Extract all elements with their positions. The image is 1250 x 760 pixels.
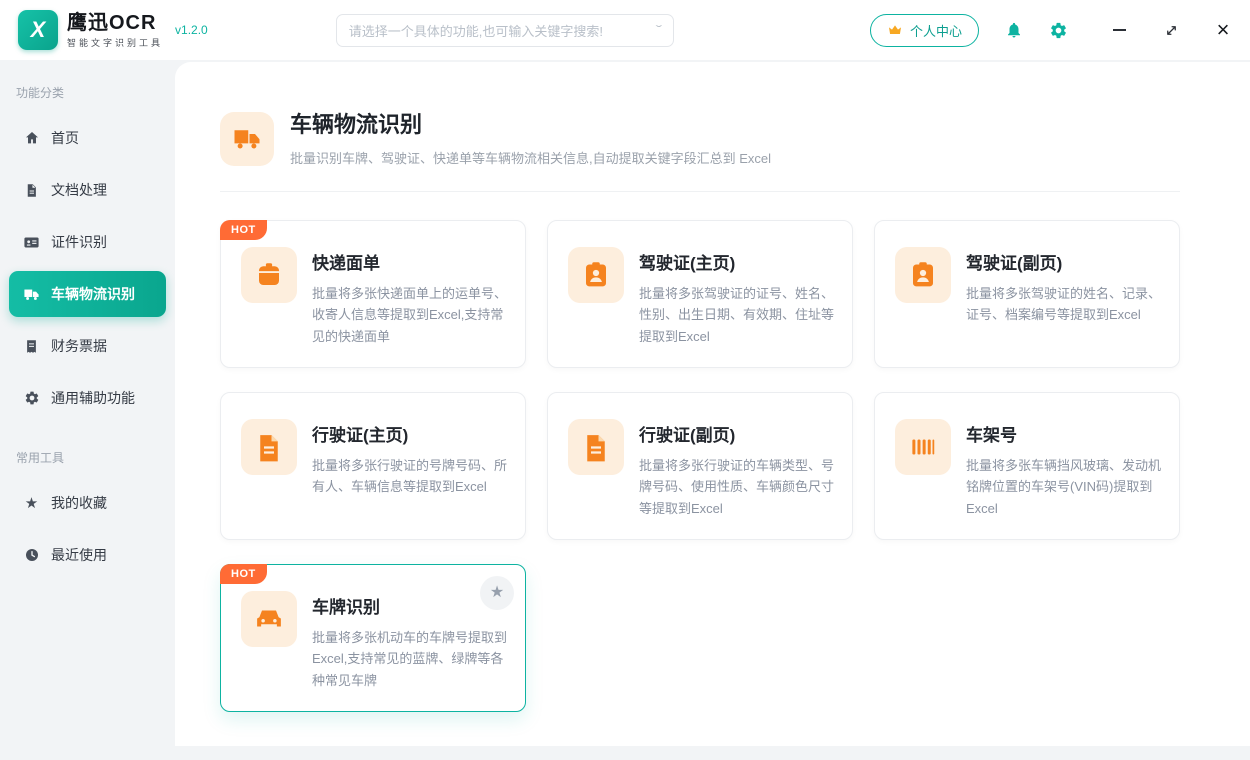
page-subtitle: 批量识别车牌、驾驶证、快递单等车辆物流相关信息,自动提取关键字段汇总到 Exce… bbox=[290, 148, 771, 167]
topbar-actions: 个人中心 × bbox=[870, 14, 1232, 47]
car-icon bbox=[241, 591, 297, 647]
card-description: 批量将多张驾驶证的姓名、记录、证号、档案编号等提取到Excel bbox=[966, 283, 1163, 326]
card-text: 驾驶证(主页) 批量将多张驾驶证的证号、姓名、性别、出生日期、有效期、住址等提取… bbox=[639, 247, 836, 347]
sidebar-item-home[interactable]: 首页 bbox=[9, 115, 166, 161]
sidebar-item-id-recognition[interactable]: 证件识别 bbox=[9, 219, 166, 265]
truck-icon bbox=[23, 286, 40, 303]
sidebar-section-functions-label: 功能分类 bbox=[0, 74, 175, 109]
app-version: v1.2.0 bbox=[175, 23, 208, 37]
id-card-icon bbox=[23, 234, 40, 251]
sidebar-item-label: 最近使用 bbox=[51, 545, 107, 565]
id-badge-icon bbox=[568, 247, 624, 303]
card-description: 批量将多张驾驶证的证号、姓名、性别、出生日期、有效期、住址等提取到Excel bbox=[639, 283, 836, 347]
card-text: 快递面单 批量将多张快递面单上的运单号、收寄人信息等提取到Excel,支持常见的… bbox=[312, 247, 509, 347]
hot-badge: HOT bbox=[220, 220, 267, 240]
main-panel: 车辆物流识别 批量识别车牌、驾驶证、快递单等车辆物流相关信息,自动提取关键字段汇… bbox=[175, 62, 1250, 746]
barcode-icon bbox=[895, 419, 951, 475]
home-icon bbox=[23, 130, 40, 147]
sidebar-item-label: 通用辅助功能 bbox=[51, 388, 135, 408]
file-icon bbox=[568, 419, 624, 475]
card-express-sheet[interactable]: HOT 快递面单 批量将多张快递面单上的运单号、收寄人信息等提取到Excel,支… bbox=[220, 220, 526, 368]
card-description: 批量将多张快递面单上的运单号、收寄人信息等提取到Excel,支持常见的快递面单 bbox=[312, 283, 509, 347]
sidebar-item-documents[interactable]: 文档处理 bbox=[9, 167, 166, 213]
card-title: 车架号 bbox=[966, 421, 1163, 446]
resize-button[interactable] bbox=[1162, 21, 1180, 39]
settings-gear-icon[interactable] bbox=[1049, 21, 1068, 40]
card-description: 批量将多张行驶证的车辆类型、号牌号码、使用性质、车辆颜色尺寸等提取到Excel bbox=[639, 455, 836, 519]
sidebar-item-label: 财务票据 bbox=[51, 336, 107, 356]
card-driver-license-main[interactable]: 驾驶证(主页) 批量将多张驾驶证的证号、姓名、性别、出生日期、有效期、住址等提取… bbox=[547, 220, 853, 368]
star-icon: ★ bbox=[23, 495, 40, 512]
card-driver-license-sub[interactable]: 驾驶证(副页) 批量将多张驾驶证的姓名、记录、证号、档案编号等提取到Excel bbox=[874, 220, 1180, 368]
chevron-down-icon: ˇ bbox=[656, 23, 662, 37]
resize-icon bbox=[1164, 23, 1179, 38]
file-icon bbox=[241, 419, 297, 475]
sidebar: 功能分类 首页 文档处理 证件识别 车辆物流识别 财务票据 通用辅助功 bbox=[0, 60, 175, 760]
favorite-star-button[interactable]: ★ bbox=[480, 576, 514, 610]
minimize-icon bbox=[1113, 29, 1126, 31]
crown-icon bbox=[887, 22, 903, 38]
sidebar-section-tools-label: 常用工具 bbox=[0, 439, 175, 474]
card-plate-recognition[interactable]: HOT ★ 车牌识别 批量将多张机动车的车牌号提取到Excel,支持常见的蓝牌、… bbox=[220, 564, 526, 712]
user-center-button[interactable]: 个人中心 bbox=[870, 14, 979, 47]
id-badge-icon bbox=[895, 247, 951, 303]
sidebar-item-favorites[interactable]: ★ 我的收藏 bbox=[9, 480, 166, 526]
sidebar-item-label: 车辆物流识别 bbox=[51, 284, 135, 304]
card-text: 行驶证(主页) 批量将多张行驶证的号牌号码、所有人、车辆信息等提取到Excel bbox=[312, 419, 509, 498]
card-text: 行驶证(副页) 批量将多张行驶证的车辆类型、号牌号码、使用性质、车辆颜色尺寸等提… bbox=[639, 419, 836, 519]
sidebar-item-general-tools[interactable]: 通用辅助功能 bbox=[9, 375, 166, 421]
app-name: 鹰迅OCR bbox=[67, 12, 163, 34]
sidebar-item-label: 我的收藏 bbox=[51, 493, 107, 513]
user-center-label: 个人中心 bbox=[910, 21, 962, 40]
card-title: 驾驶证(副页) bbox=[966, 249, 1163, 274]
hot-badge: HOT bbox=[220, 564, 267, 584]
app-subtitle: 智能文字识别工具 bbox=[67, 36, 163, 49]
page-title: 车辆物流识别 bbox=[290, 112, 771, 138]
sidebar-item-finance[interactable]: 财务票据 bbox=[9, 323, 166, 369]
card-vin[interactable]: 车架号 批量将多张车辆挡风玻璃、发动机铭牌位置的车架号(VIN码)提取到Exce… bbox=[874, 392, 1180, 540]
app-logo-icon: X bbox=[18, 10, 58, 50]
sidebar-item-label: 首页 bbox=[51, 128, 79, 148]
function-search-select[interactable]: 请选择一个具体的功能,也可输入关键字搜索! ˇ bbox=[336, 14, 674, 47]
divider bbox=[220, 191, 1180, 192]
card-title: 驾驶证(主页) bbox=[639, 249, 836, 274]
gear-icon bbox=[23, 390, 40, 407]
receipt-icon bbox=[23, 338, 40, 355]
document-icon bbox=[23, 182, 40, 199]
card-vehicle-license-sub[interactable]: 行驶证(副页) 批量将多张行驶证的车辆类型、号牌号码、使用性质、车辆颜色尺寸等提… bbox=[547, 392, 853, 540]
card-description: 批量将多张机动车的车牌号提取到Excel,支持常见的蓝牌、绿牌等各种常见车牌 bbox=[312, 627, 509, 691]
window-controls: × bbox=[1110, 21, 1232, 39]
sidebar-item-recent[interactable]: 最近使用 bbox=[9, 532, 166, 578]
brand: X 鹰迅OCR 智能文字识别工具 v1.2.0 bbox=[18, 10, 208, 50]
card-description: 批量将多张车辆挡风玻璃、发动机铭牌位置的车架号(VIN码)提取到Excel bbox=[966, 455, 1163, 519]
sidebar-item-label: 文档处理 bbox=[51, 180, 107, 200]
clock-icon bbox=[23, 547, 40, 564]
package-icon bbox=[241, 247, 297, 303]
card-text: 车架号 批量将多张车辆挡风玻璃、发动机铭牌位置的车架号(VIN码)提取到Exce… bbox=[966, 419, 1163, 519]
card-title: 快递面单 bbox=[312, 249, 509, 274]
minimize-button[interactable] bbox=[1110, 21, 1128, 39]
truck-icon bbox=[220, 112, 274, 166]
page-header-text: 车辆物流识别 批量识别车牌、驾驶证、快递单等车辆物流相关信息,自动提取关键字段汇… bbox=[290, 112, 771, 167]
card-title: 行驶证(主页) bbox=[312, 421, 509, 446]
sidebar-item-label: 证件识别 bbox=[51, 232, 107, 252]
sidebar-item-vehicle-logistics[interactable]: 车辆物流识别 bbox=[9, 271, 166, 317]
search-placeholder: 请选择一个具体的功能,也可输入关键字搜索! bbox=[349, 21, 657, 40]
card-text: 驾驶证(副页) 批量将多张驾驶证的姓名、记录、证号、档案编号等提取到Excel bbox=[966, 247, 1163, 326]
brand-text: 鹰迅OCR 智能文字识别工具 bbox=[67, 12, 163, 49]
card-vehicle-license-main[interactable]: 行驶证(主页) 批量将多张行驶证的号牌号码、所有人、车辆信息等提取到Excel bbox=[220, 392, 526, 540]
topbar: X 鹰迅OCR 智能文字识别工具 v1.2.0 请选择一个具体的功能,也可输入关… bbox=[0, 0, 1250, 60]
page-header: 车辆物流识别 批量识别车牌、驾驶证、快递单等车辆物流相关信息,自动提取关键字段汇… bbox=[220, 112, 1180, 167]
close-icon: × bbox=[1217, 21, 1230, 39]
close-button[interactable]: × bbox=[1214, 21, 1232, 39]
function-cards-grid: HOT 快递面单 批量将多张快递面单上的运单号、收寄人信息等提取到Excel,支… bbox=[220, 220, 1180, 712]
card-title: 行驶证(副页) bbox=[639, 421, 836, 446]
card-description: 批量将多张行驶证的号牌号码、所有人、车辆信息等提取到Excel bbox=[312, 455, 509, 498]
notifications-bell-icon[interactable] bbox=[1005, 21, 1023, 39]
card-text: 车牌识别 批量将多张机动车的车牌号提取到Excel,支持常见的蓝牌、绿牌等各种常… bbox=[312, 591, 509, 691]
